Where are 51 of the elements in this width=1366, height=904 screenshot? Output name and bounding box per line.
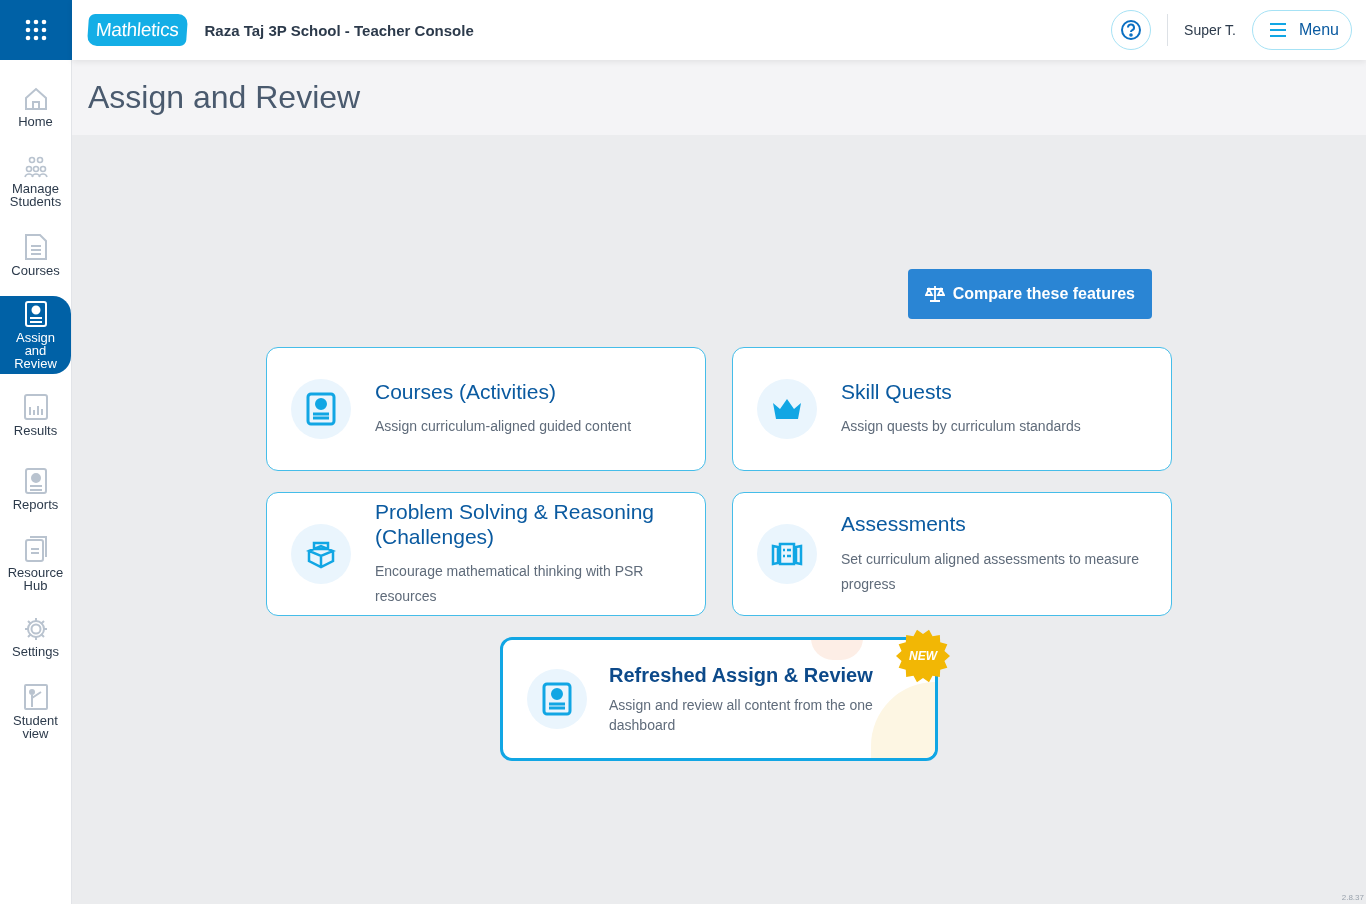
sidebar-item[interactable]: Assign and Review — [0, 296, 71, 374]
user-name[interactable]: Super T. — [1184, 22, 1236, 38]
report-icon — [23, 467, 48, 495]
apps-grid-button[interactable] — [0, 0, 72, 60]
help-icon — [1120, 19, 1143, 41]
box-icon — [306, 539, 336, 569]
card-description: Set curriculum aligned assessments to measure progress — [841, 549, 1141, 594]
menu-icon — [1268, 23, 1287, 37]
decorative-shape — [811, 640, 863, 660]
sidebar-item[interactable]: Reports — [0, 456, 71, 522]
feature-card[interactable]: Skill Quests Assign quests by curriculum standards — [732, 347, 1172, 471]
home-icon — [22, 86, 49, 112]
sidebar-item[interactable]: Home — [0, 74, 71, 140]
help-button[interactable] — [1111, 10, 1152, 50]
teacher-board-icon — [22, 682, 49, 711]
card-description: Assign curriculum-aligned guided content — [375, 417, 632, 437]
card-description: Encourage mathematical thinking with PSR resources — [375, 562, 645, 607]
feature-card[interactable]: Problem Solving & Reasoning (Challenges) Encourage mathematical thinking with PSR resources — [266, 492, 706, 616]
book-icon — [23, 534, 48, 563]
feature-card[interactable]: Assessments Set curriculum aligned assessments to measure progress — [732, 492, 1172, 616]
grid-icon — [25, 19, 47, 41]
feature-card[interactable]: Courses (Activities) Assign curriculum-aligned guided content — [266, 347, 706, 471]
sidebar-item[interactable]: Courses — [0, 222, 71, 288]
crown-icon — [771, 397, 803, 421]
school-title: Raza Taj 3P School - Teacher Console — [204, 21, 474, 39]
people-icon — [23, 154, 48, 179]
card-description: Assign and review all content from the one dashboard — [609, 695, 873, 735]
sidebar-item[interactable]: Results — [0, 382, 71, 448]
test-paper-icon — [771, 542, 803, 566]
scales-icon — [924, 285, 945, 303]
sidebar-item[interactable]: Settings — [0, 604, 71, 670]
checked-document-icon — [542, 682, 572, 716]
card-title: Refreshed Assign & Review — [609, 663, 873, 687]
settings-icon — [22, 616, 49, 642]
card-title: Skill Quests — [841, 378, 953, 405]
version-label: 2.8.37 — [1341, 893, 1364, 902]
page-title: Assign and Review — [88, 79, 361, 116]
card-title: Courses (Activities) — [375, 378, 557, 405]
menu-button[interactable]: Menu — [1251, 10, 1352, 50]
sidebar-item[interactable]: Resource Hub — [0, 530, 71, 596]
sidebar-item[interactable]: Student view — [0, 678, 71, 744]
card-title: Assessments — [841, 511, 967, 537]
new-badge: NEW — [895, 628, 951, 684]
sidebar-item[interactable]: Manage Students — [0, 148, 71, 214]
card-description: Assign quests by curriculum standards — [841, 417, 1081, 437]
checked-document-icon — [306, 392, 336, 426]
compare-features-button[interactable]: Compare these features — [907, 269, 1152, 319]
checked-document-icon — [23, 300, 48, 328]
document-icon — [23, 233, 48, 261]
bar-chart-icon — [22, 393, 49, 421]
card-title: Problem Solving & Reasoning (Challenges) — [375, 498, 655, 550]
